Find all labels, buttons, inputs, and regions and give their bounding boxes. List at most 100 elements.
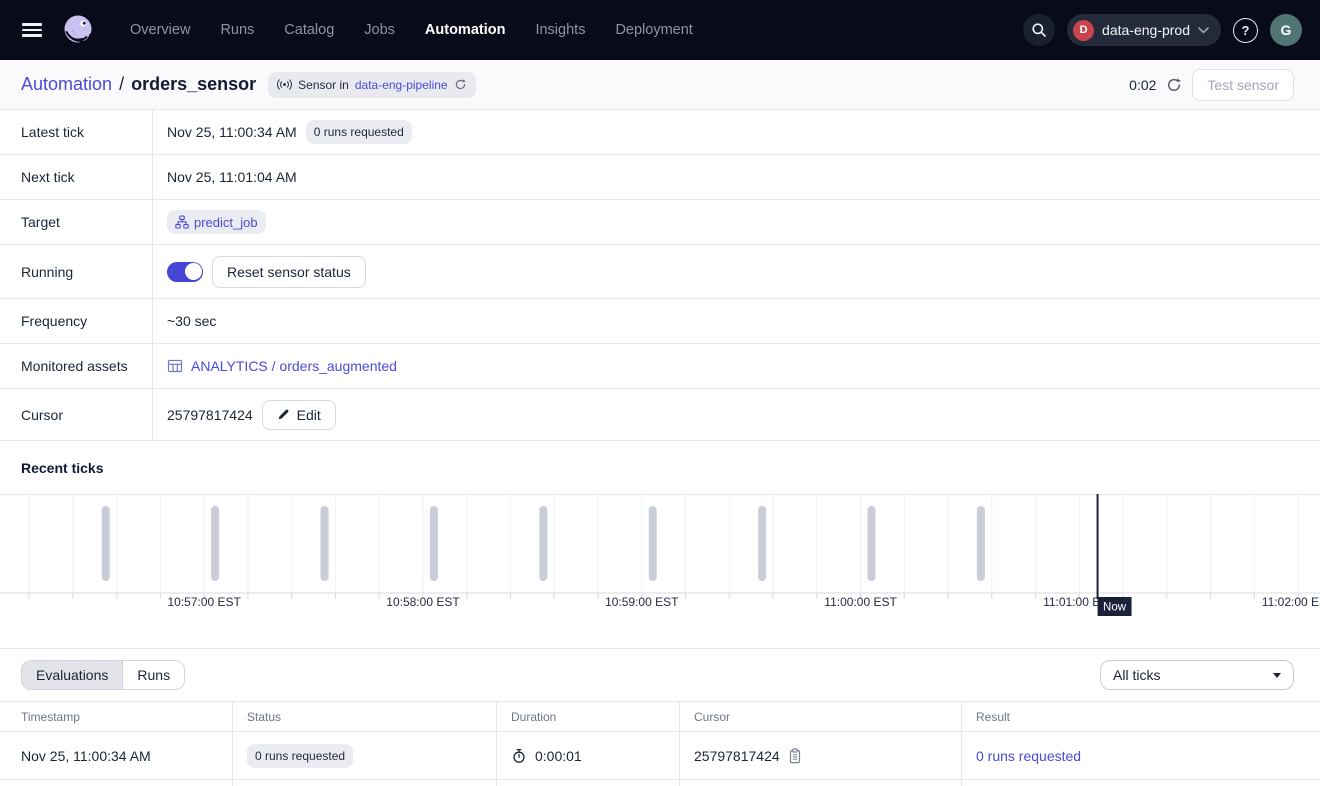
nav-item-automation[interactable]: Automation: [425, 22, 506, 38]
latest-tick-label: Latest tick: [0, 110, 153, 154]
tick-bar[interactable]: [977, 506, 985, 581]
tab-evaluations[interactable]: Evaluations: [22, 661, 123, 689]
evaluations-table-header: Timestamp Status Duration Cursor Result: [0, 701, 1320, 732]
row-next-tick: Next tick Nov 25, 11:01:04 AM: [0, 155, 1320, 200]
breadcrumb-separator: /: [119, 74, 124, 95]
recent-ticks-timeline[interactable]: 10:57:00 EST 10:58:00 EST 10:59:00 EST 11:0…: [0, 494, 1320, 621]
monitored-assets-label: Monitored assets: [0, 344, 153, 388]
dagster-logo-icon[interactable]: [60, 12, 96, 48]
row-cursor: Cursor 25797817424 Edit: [0, 389, 1320, 441]
next-tick-label: Next tick: [0, 155, 153, 199]
top-nav: Overview Runs Catalog Jobs Automation In…: [0, 0, 1320, 60]
refresh-countdown: 0:02: [1129, 77, 1156, 93]
row-frequency: Frequency ~30 sec: [0, 299, 1320, 344]
latest-tick-status-badge: 0 runs requested: [306, 120, 412, 144]
reset-sensor-status-button[interactable]: Reset sensor status: [212, 256, 366, 288]
stopwatch-icon: [511, 748, 527, 764]
monitored-asset-name: ANALYTICS / orders_augmented: [191, 358, 397, 374]
running-label: Running: [0, 245, 153, 298]
eval-status-badge: 0 runs requested: [247, 744, 353, 768]
dropdown-caret-icon: [1273, 673, 1281, 678]
col-timestamp: Timestamp: [0, 702, 233, 731]
row-target: Target predict_job: [0, 200, 1320, 245]
tick-bar[interactable]: [211, 506, 219, 581]
evaluation-row: Nov 25, 11:00:34 AM 0 runs requested 0:0…: [0, 732, 1320, 780]
row-monitored-assets: Monitored assets ANALYTICS / orders_augm…: [0, 344, 1320, 389]
nav-item-runs[interactable]: Runs: [220, 22, 254, 38]
tick-filter-value: All ticks: [1113, 667, 1160, 683]
chevron-down-icon: [1198, 27, 1209, 34]
job-icon: [175, 215, 189, 229]
col-result: Result: [962, 702, 1320, 731]
eval-result-link[interactable]: 0 runs requested: [976, 748, 1081, 764]
sensor-properties: Latest tick Nov 25, 11:00:34 AM 0 runs r…: [0, 110, 1320, 441]
now-badge-label: Now: [1103, 602, 1127, 614]
deployment-avatar: D: [1073, 20, 1094, 41]
evaluations-toolbar: Evaluations Runs All ticks: [0, 648, 1320, 701]
deployment-switcher[interactable]: D data-eng-prod: [1067, 14, 1221, 46]
col-status: Status: [233, 702, 497, 731]
nav-item-insights[interactable]: Insights: [535, 22, 585, 38]
help-icon[interactable]: ?: [1233, 18, 1258, 43]
latest-tick-value: Nov 25, 11:00:34 AM: [167, 124, 297, 140]
tab-runs[interactable]: Runs: [123, 661, 184, 689]
hamburger-menu-icon[interactable]: [22, 18, 46, 42]
test-sensor-button[interactable]: Test sensor: [1192, 69, 1294, 101]
nav-right-cluster: D data-eng-prod ? G: [1023, 14, 1302, 46]
refresh-button[interactable]: [1166, 77, 1182, 93]
edit-cursor-button[interactable]: Edit: [262, 400, 336, 430]
axis-time-label: 10:59:00 EST: [605, 595, 679, 609]
reload-repo-icon[interactable]: [454, 78, 467, 91]
tick-bar[interactable]: [321, 506, 329, 581]
page-title: orders_sensor: [131, 74, 256, 95]
breadcrumb-automation-link[interactable]: Automation: [21, 74, 112, 95]
tick-filter-dropdown[interactable]: All ticks: [1100, 660, 1294, 690]
axis-time-label: 11:00:00 EST: [824, 595, 897, 609]
frequency-label: Frequency: [0, 299, 153, 343]
header-actions: 0:02 Test sensor: [1129, 69, 1294, 101]
badge-type-text: Sensor in: [298, 78, 349, 92]
primary-nav: Overview Runs Catalog Jobs Automation In…: [130, 22, 693, 38]
eval-cursor: 25797817424: [694, 748, 780, 764]
copy-cursor-icon[interactable]: [788, 748, 802, 764]
sensor-type-badge: Sensor in data-eng-pipeline: [268, 72, 475, 98]
page-header: Automation / orders_sensor Sensor in dat…: [0, 60, 1320, 110]
user-avatar[interactable]: G: [1270, 14, 1302, 46]
running-toggle[interactable]: [167, 262, 203, 282]
target-label: Target: [0, 200, 153, 244]
view-segmented-control: Evaluations Runs: [21, 660, 185, 690]
evaluation-row-partial: [0, 780, 1320, 786]
recent-ticks-heading: Recent ticks: [0, 441, 1320, 494]
cursor-label: Cursor: [0, 389, 153, 440]
nav-item-deployment[interactable]: Deployment: [615, 22, 692, 38]
job-chip[interactable]: predict_job: [167, 210, 266, 234]
eval-timestamp: Nov 25, 11:00:34 AM: [21, 748, 151, 764]
tick-bar[interactable]: [649, 506, 657, 581]
repo-link[interactable]: data-eng-pipeline: [355, 78, 448, 92]
axis-time-label: 11:02:00 EST: [1262, 595, 1320, 609]
tick-bar[interactable]: [867, 506, 875, 581]
search-icon: [1031, 22, 1047, 38]
job-link[interactable]: predict_job: [194, 215, 258, 230]
col-duration: Duration: [497, 702, 680, 731]
axis-time-label: 10:57:00 EST: [168, 595, 242, 609]
col-cursor: Cursor: [680, 702, 962, 731]
deployment-name: data-eng-prod: [1102, 22, 1190, 38]
tick-bar[interactable]: [102, 506, 110, 581]
search-button[interactable]: [1023, 14, 1055, 46]
tick-bar[interactable]: [539, 506, 547, 581]
tick-bar[interactable]: [758, 506, 766, 581]
eval-duration: 0:00:01: [535, 748, 582, 764]
row-latest-tick: Latest tick Nov 25, 11:00:34 AM 0 runs r…: [0, 110, 1320, 155]
cursor-value: 25797817424: [167, 407, 253, 423]
frequency-value: ~30 sec: [167, 313, 216, 329]
row-running: Running Reset sensor status: [0, 245, 1320, 299]
nav-item-catalog[interactable]: Catalog: [284, 22, 334, 38]
tick-bar[interactable]: [430, 506, 438, 581]
next-tick-value: Nov 25, 11:01:04 AM: [167, 169, 297, 185]
nav-item-jobs[interactable]: Jobs: [364, 22, 395, 38]
refresh-icon: [1166, 77, 1182, 93]
nav-item-overview[interactable]: Overview: [130, 22, 190, 38]
monitored-asset-link[interactable]: ANALYTICS / orders_augmented: [167, 358, 397, 374]
axis-time-label: 10:58:00 EST: [386, 595, 460, 609]
